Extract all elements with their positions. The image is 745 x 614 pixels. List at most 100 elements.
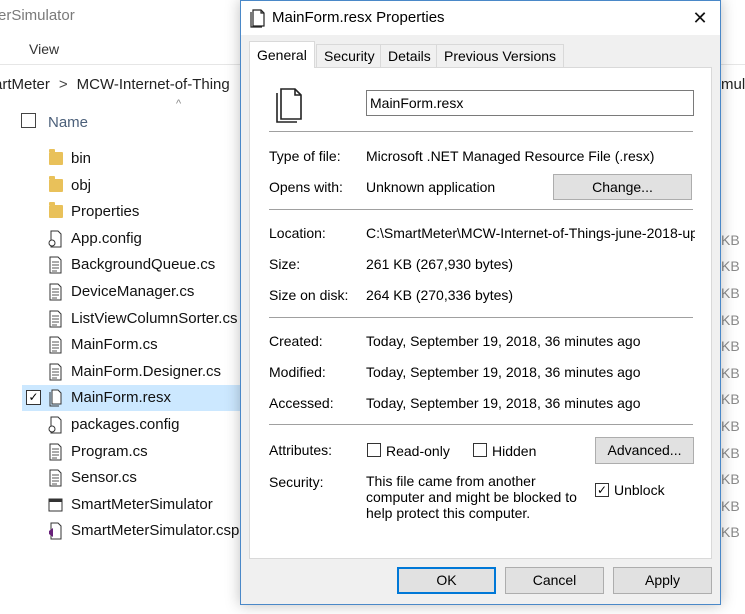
change-button[interactable]: Change... bbox=[553, 174, 692, 200]
file-name: Program.cs bbox=[71, 443, 148, 460]
sort-ascending-icon: ^ bbox=[176, 98, 182, 110]
divider bbox=[269, 317, 693, 318]
list-item[interactable]: MainForm.cs bbox=[22, 332, 244, 358]
size-value: 261 KB (267,930 bytes) bbox=[366, 256, 514, 272]
read-only-checkbox[interactable] bbox=[367, 443, 381, 457]
config-file-icon bbox=[48, 230, 62, 248]
cancel-button[interactable]: Cancel bbox=[505, 567, 604, 594]
created-label: Created: bbox=[269, 333, 323, 349]
folder-icon bbox=[49, 176, 63, 192]
breadcrumb-item[interactable]: MCW-Internet-of-Thing bbox=[77, 76, 230, 93]
created-value: Today, September 19, 2018, 36 minutes ag… bbox=[366, 333, 641, 349]
file-size: KB bbox=[721, 232, 740, 248]
file-name: MainForm.Designer.cs bbox=[71, 363, 222, 380]
file-size: KB bbox=[721, 285, 740, 301]
list-item[interactable]: packages.config bbox=[22, 412, 244, 438]
modified-label: Modified: bbox=[269, 364, 326, 380]
breadcrumb-item[interactable]: artMeter bbox=[0, 76, 50, 93]
unblock-label[interactable]: Unblock bbox=[614, 482, 665, 498]
row-checkbox[interactable]: ✓ bbox=[26, 390, 41, 405]
location-label: Location: bbox=[269, 225, 326, 241]
column-header-name[interactable]: Name bbox=[48, 114, 88, 131]
list-item[interactable]: MainForm.Designer.cs bbox=[22, 359, 244, 385]
type-value: Microsoft .NET Managed Resource File (.r… bbox=[366, 148, 655, 164]
tab-security[interactable]: Security bbox=[316, 44, 383, 67]
list-item[interactable]: Sensor.cs bbox=[22, 465, 244, 491]
file-name: DeviceManager.cs bbox=[71, 283, 195, 300]
breadcrumb: artMeter > MCW-Internet-of-Thing bbox=[0, 76, 230, 93]
list-item[interactable]: bin bbox=[22, 146, 244, 172]
file-name: BackgroundQueue.cs bbox=[71, 256, 216, 273]
apply-button[interactable]: Apply bbox=[613, 567, 712, 594]
tab-general[interactable]: General bbox=[249, 41, 315, 68]
dialog-title: MainForm.resx Properties bbox=[272, 9, 445, 26]
file-size: KB bbox=[721, 498, 740, 514]
list-item[interactable]: ListViewColumnSorter.cs bbox=[22, 306, 244, 332]
file-name: MainForm.cs bbox=[71, 336, 158, 353]
config-file-icon bbox=[48, 416, 62, 434]
vs-project-icon bbox=[49, 522, 62, 540]
accessed-label: Accessed: bbox=[269, 395, 334, 411]
cs-file-icon bbox=[49, 310, 62, 328]
list-item[interactable]: obj bbox=[22, 173, 244, 199]
properties-dialog: MainForm.resx Properties ✕ General Secur… bbox=[240, 0, 721, 605]
hidden-checkbox[interactable] bbox=[473, 443, 487, 457]
chevron-right-icon[interactable]: > bbox=[59, 76, 68, 93]
close-icon: ✕ bbox=[692, 8, 708, 28]
file-name: App.config bbox=[71, 230, 142, 247]
file-size: KB bbox=[721, 258, 740, 274]
file-name: SmartMeterSimulator bbox=[71, 496, 213, 513]
list-item[interactable]: BackgroundQueue.cs bbox=[22, 252, 244, 278]
file-icon bbox=[250, 9, 265, 28]
list-item[interactable]: DeviceManager.cs bbox=[22, 279, 244, 305]
ok-button[interactable]: OK bbox=[397, 567, 496, 594]
view-menu[interactable]: View bbox=[29, 41, 59, 57]
folder-icon bbox=[49, 149, 63, 165]
location-value[interactable]: C:\SmartMeter\MCW-Internet-of-Things-jun… bbox=[366, 225, 695, 241]
list-item[interactable]: Program.cs bbox=[22, 439, 244, 465]
list-item[interactable]: App.config bbox=[22, 226, 244, 252]
opens-with-value: Unknown application bbox=[366, 179, 496, 195]
file-name: Properties bbox=[71, 203, 140, 220]
resx-file-icon bbox=[276, 88, 302, 123]
list-item[interactable]: SmartMeterSimulator bbox=[22, 492, 244, 518]
file-name: bin bbox=[71, 150, 92, 167]
file-size: KB bbox=[721, 391, 740, 407]
file-size: KB bbox=[721, 312, 740, 328]
file-size: KB bbox=[721, 338, 740, 354]
size-on-disk-value: 264 KB (270,336 bytes) bbox=[366, 287, 514, 303]
file-size: KB bbox=[721, 445, 740, 461]
divider bbox=[269, 209, 693, 210]
file-name-field[interactable] bbox=[366, 90, 694, 116]
size-on-disk-label: Size on disk: bbox=[269, 287, 349, 303]
divider bbox=[269, 424, 693, 425]
file-name: packages.config bbox=[71, 416, 180, 433]
cs-file-icon bbox=[49, 363, 62, 381]
file-name: Sensor.cs bbox=[71, 469, 137, 486]
security-message: This file came from another computer and… bbox=[366, 473, 577, 521]
select-all-checkbox[interactable] bbox=[21, 113, 36, 128]
cs-file-icon bbox=[49, 469, 62, 487]
unblock-checkbox[interactable]: ✓ bbox=[595, 483, 609, 497]
file-name: SmartMeterSimulator.cspr bbox=[71, 522, 245, 539]
list-item[interactable]: SmartMeterSimulator.cspr bbox=[22, 518, 244, 544]
list-item[interactable]: Properties bbox=[22, 199, 244, 225]
cs-file-icon bbox=[49, 256, 62, 274]
explorer-title: erSimulator bbox=[0, 7, 75, 24]
file-size: KB bbox=[721, 471, 740, 487]
tab-details[interactable]: Details bbox=[380, 44, 439, 67]
close-button[interactable]: ✕ bbox=[681, 4, 719, 32]
file-size: KB bbox=[721, 524, 740, 540]
read-only-label[interactable]: Read-only bbox=[386, 443, 450, 459]
hidden-label[interactable]: Hidden bbox=[492, 443, 536, 459]
size-label: Size: bbox=[269, 256, 301, 272]
divider bbox=[269, 131, 693, 132]
file-size: KB bbox=[721, 418, 740, 434]
accessed-value: Today, September 19, 2018, 36 minutes ag… bbox=[366, 395, 641, 411]
tab-previous-versions[interactable]: Previous Versions bbox=[436, 44, 565, 67]
advanced-button[interactable]: Advanced... bbox=[595, 437, 694, 464]
list-item[interactable]: ✓ MainForm.resx bbox=[22, 385, 244, 411]
file-name: ListViewColumnSorter.cs bbox=[71, 310, 238, 327]
dialog-titlebar[interactable]: MainForm.resx Properties ✕ bbox=[241, 1, 720, 35]
attributes-label: Attributes: bbox=[269, 442, 333, 458]
